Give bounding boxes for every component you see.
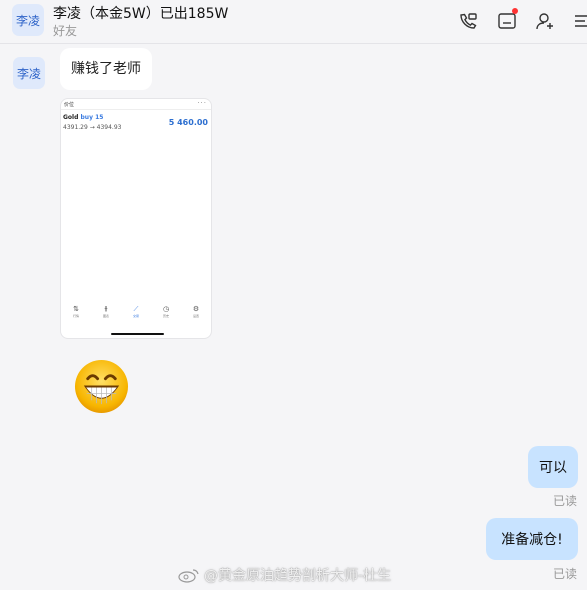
symbol-name: Gold bbox=[63, 114, 79, 121]
contact-relation: 好友 bbox=[53, 24, 78, 38]
unread-dot bbox=[512, 8, 518, 14]
home-indicator bbox=[111, 333, 164, 335]
nav-label: 行情 bbox=[72, 314, 79, 318]
nav-label: 历史 bbox=[162, 314, 169, 318]
screenshot-header-label: 价位 bbox=[64, 102, 75, 108]
nav-chart: ⫵ 图表 bbox=[91, 305, 121, 327]
add-friend-icon[interactable] bbox=[534, 10, 556, 32]
nav-label: 设置 bbox=[192, 314, 199, 318]
chart-icon: ⫵ bbox=[104, 305, 108, 313]
grinning-face-emoji[interactable] bbox=[74, 359, 129, 414]
incoming-message[interactable]: 赚钱了老师 bbox=[60, 48, 152, 90]
nav-trade: ⟋ 交易 bbox=[121, 305, 151, 327]
menu-icon[interactable] bbox=[573, 10, 587, 32]
phone-call-icon[interactable] bbox=[457, 10, 479, 32]
history-icon: ◷ bbox=[162, 305, 170, 313]
more-icon: ··· bbox=[197, 99, 207, 107]
contact-avatar[interactable]: 李凌 bbox=[12, 4, 44, 36]
trade-symbol: Gold buy 15 bbox=[63, 114, 103, 121]
nav-history: ◷ 历史 bbox=[151, 305, 181, 327]
weibo-watermark: @黄金原油趋势剖析大师-杜生 bbox=[178, 565, 391, 585]
weibo-icon bbox=[178, 569, 199, 583]
quotes-icon: ⇅ bbox=[73, 305, 79, 313]
order-type: buy 15 bbox=[80, 114, 104, 121]
screenshot-bottom-nav: ⇅ 行情 ⫵ 图表 ⟋ 交易 ◷ 历史 ⚙ 设置 bbox=[61, 305, 211, 327]
nav-label: 交易 bbox=[132, 314, 139, 318]
trade-profit: 5 460.00 bbox=[168, 118, 208, 127]
nav-settings: ⚙ 设置 bbox=[181, 305, 211, 327]
chat-header: 李凌 李凌（本金5W）已出185W 好友 bbox=[0, 0, 587, 44]
screenshot-image[interactable]: 价位 ··· Gold buy 15 4391.29 → 4394.93 5 4… bbox=[60, 98, 212, 339]
read-status: 已读 bbox=[553, 494, 578, 508]
watermark-text: @黄金原油趋势剖析大师-杜生 bbox=[204, 568, 392, 584]
read-status: 已读 bbox=[553, 567, 578, 581]
screenshot-topbar: 价位 ··· bbox=[61, 99, 211, 110]
trade-icon: ⟋ bbox=[133, 305, 139, 313]
outgoing-message[interactable]: 准备减仓! bbox=[486, 518, 578, 560]
message-avatar[interactable]: 李凌 bbox=[13, 57, 45, 89]
contact-name: 李凌（本金5W）已出185W bbox=[53, 6, 229, 22]
outgoing-message[interactable]: 可以 bbox=[528, 446, 578, 488]
settings-icon: ⚙ bbox=[192, 305, 200, 313]
nav-label: 图表 bbox=[102, 314, 109, 318]
nav-quotes: ⇅ 行情 bbox=[61, 305, 91, 327]
price-range: 4391.29 → 4394.93 bbox=[63, 124, 122, 131]
